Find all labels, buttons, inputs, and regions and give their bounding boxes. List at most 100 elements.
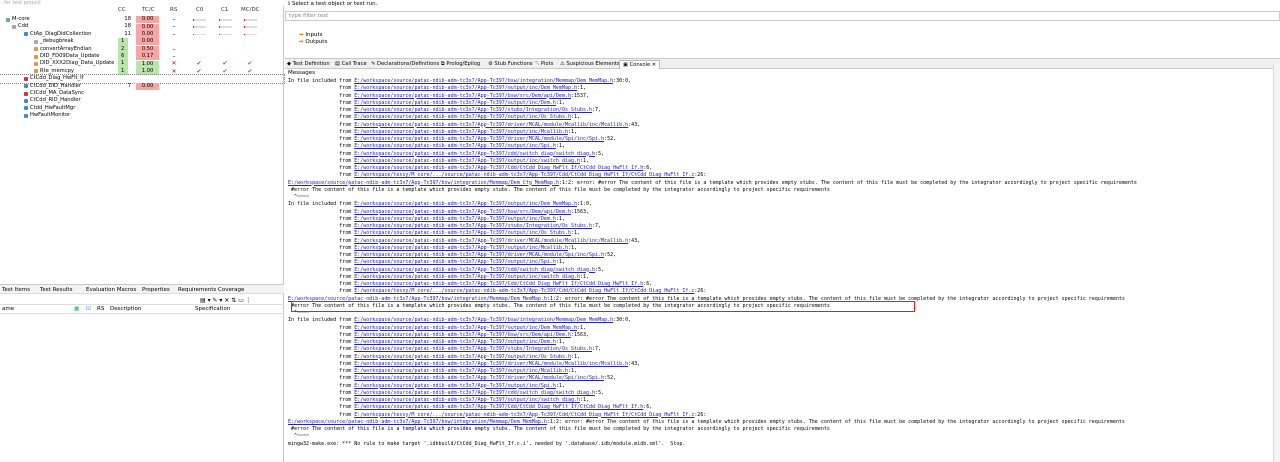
- file-link[interactable]: E:/workspace/source/patac-ndib-adm-tc3x7…: [354, 238, 628, 244]
- tab-plots[interactable]: 〽 Plots: [534, 60, 553, 69]
- file-link[interactable]: E:/workspace/source/patac-ndib-adm-tc3x7…: [354, 274, 580, 280]
- file-link[interactable]: E:/workspace/source/patac-ndib-adm-tc3x7…: [354, 78, 613, 84]
- col-specification[interactable]: Specification: [195, 306, 230, 313]
- file-link[interactable]: E:/workspace/source/patac-ndib-adm-tc3x7…: [354, 397, 580, 403]
- tab-requirements-coverage[interactable]: Requirements Coverage: [178, 286, 244, 294]
- file-link[interactable]: E:/workspace/source/patac-ndib-adm-tc3x7…: [354, 375, 604, 381]
- file-link[interactable]: E:/workspace/source/patac-ndib-adm-tc3x7…: [288, 419, 547, 425]
- file-link[interactable]: E:/workspace/source/patac-ndib-adm-tc3x7…: [354, 383, 556, 389]
- outputs-item[interactable]: Outputs: [305, 39, 327, 45]
- file-link[interactable]: E:/workspace/source/patac-ndib-adm-tc3x7…: [354, 158, 580, 164]
- tab-declarations[interactable]: ✎ Declarations/Definitions: [371, 60, 439, 69]
- console-line: from E:/workspace/source/patac-ndib-adm-…: [288, 107, 1278, 114]
- tree-row[interactable]: CtCdd_DID_Handler 7 0.00: [0, 83, 284, 90]
- col-c0[interactable]: C0: [196, 7, 203, 13]
- check-icon[interactable]: ☑: [86, 306, 91, 313]
- tree-row[interactable]: CtCdd_Diag_HwFlt_If: [0, 74, 285, 84]
- file-link[interactable]: E:/workspace/source/patac-ndib-adm-tc3x7…: [354, 216, 556, 222]
- file-link[interactable]: E:/workspace/source/patac-ndib-adm-tc3x7…: [354, 129, 568, 135]
- highlight-box: [291, 301, 915, 312]
- col-c1[interactable]: C1: [221, 7, 228, 13]
- file-link[interactable]: E:/workspace/source/patac-ndib-adm-tc3x7…: [354, 93, 571, 99]
- console-line: from E:/workspace/source/patac-ndib-adm-…: [288, 230, 1278, 237]
- tab-evaluation-macros[interactable]: Evaluation Macros: [86, 286, 136, 294]
- tab-test-items[interactable]: Test Items: [2, 286, 30, 294]
- file-link[interactable]: E:/workspace/source/patac-ndib-adm-tc3x7…: [354, 361, 628, 367]
- filter-hint[interactable]: fer test project: [0, 0, 284, 6]
- tree-row[interactable]: CtCdd_RID_Handler: [0, 97, 284, 104]
- col-rs2[interactable]: RS: [97, 306, 104, 313]
- tab-test-results[interactable]: Test Results: [40, 286, 72, 294]
- file-link[interactable]: E:/workspace/tessy/M_core/.../source/pat…: [354, 288, 694, 294]
- file-link[interactable]: E:/workspace/tessy/M_core/.../source/pat…: [354, 172, 694, 178]
- file-link[interactable]: E:/workspace/source/patac-ndib-adm-tc3x7…: [354, 122, 628, 128]
- file-link[interactable]: E:/workspace/source/patac-ndib-adm-tc3x7…: [354, 114, 571, 120]
- col-name[interactable]: ame: [2, 306, 14, 313]
- tree-row[interactable]: CtCdd_MA_DataSync: [0, 90, 284, 97]
- tc-value: 0.17: [136, 53, 159, 61]
- tree-row[interactable]: Ctdd_HwFaultMgr: [0, 105, 284, 112]
- console-scrollbar[interactable]: [1273, 64, 1280, 462]
- file-link[interactable]: E:/workspace/source/patac-ndib-adm-tc3x7…: [354, 346, 592, 352]
- file-link[interactable]: E:/workspace/source/patac-ndib-adm-tc3x7…: [354, 209, 571, 215]
- file-link[interactable]: E:/workspace/source/patac-ndib-adm-tc3x7…: [354, 259, 556, 265]
- toolbar-icons[interactable]: ▤ ▾ ✎ ▾ ✕ ⇅ ▭ ⋮: [200, 297, 252, 304]
- file-link[interactable]: E:/workspace/source/patac-ndib-adm-tc3x7…: [354, 85, 577, 91]
- inputs-item[interactable]: Inputs: [305, 32, 322, 38]
- tree-row[interactable]: DID_XXX2Diag_Data_Update 1 1.00 ✕ ✔ ✔ ✔: [0, 60, 284, 68]
- console-prefix: from: [288, 404, 355, 411]
- file-link[interactable]: E:/workspace/source/patac-ndib-adm-tc3x7…: [354, 107, 592, 113]
- console-prefix: from: [288, 389, 355, 396]
- file-link[interactable]: E:/workspace/source/patac-ndib-adm-tc3x7…: [354, 100, 556, 106]
- file-link[interactable]: E:/workspace/source/patac-ndib-adm-tc3x7…: [354, 136, 604, 142]
- tab-prolog-epilog[interactable]: ⧉ Prolog/Epilog: [441, 60, 480, 69]
- file-link[interactable]: E:/workspace/source/patac-ndib-adm-tc3x7…: [354, 165, 643, 171]
- file-link[interactable]: E:/workspace/source/patac-ndib-adm-tc3x7…: [354, 332, 571, 338]
- col-description[interactable]: Description: [110, 306, 141, 313]
- col-mcdc[interactable]: MC/DC: [241, 7, 260, 13]
- file-link[interactable]: E:/workspace/source/patac-ndib-adm-tc3x7…: [354, 223, 592, 229]
- console-suffix: :1,: [567, 128, 577, 135]
- tree-row[interactable]: Cdd 18 0.00 –: [0, 23, 284, 31]
- file-link[interactable]: E:/workspace/source/patac-ndib-adm-tc3x7…: [354, 252, 604, 258]
- tree-row[interactable]: CtAp_DiagDidCollection 11 0.00 –: [0, 31, 284, 38]
- file-link[interactable]: E:/workspace/source/patac-ndib-adm-tc3x7…: [354, 317, 613, 323]
- tab-suspicious-elements[interactable]: ⚠ Suspicious Elements: [560, 60, 620, 69]
- filter-icon[interactable]: ▦: [74, 306, 79, 313]
- tab-console[interactable]: ▣ Console ✕: [619, 60, 661, 69]
- console-output[interactable]: In file included from E:/workspace/sourc…: [288, 78, 1278, 458]
- tab-test-definition[interactable]: ◆ Test Definition: [287, 60, 330, 69]
- file-link[interactable]: E:/workspace/source/patac-ndib-adm-tc3x7…: [354, 281, 643, 287]
- file-link[interactable]: E:/workspace/source/patac-ndib-adm-tc3x7…: [354, 245, 568, 251]
- file-link[interactable]: E:/workspace/source/patac-ndib-adm-tc3x7…: [354, 339, 556, 345]
- file-link[interactable]: E:/workspace/source/patac-ndib-adm-tc3x7…: [354, 368, 568, 374]
- col-rs[interactable]: RS: [170, 7, 177, 13]
- tree-row[interactable]: M-core 18 0.00 –: [0, 16, 284, 24]
- file-link[interactable]: E:/workspace/tessy/M_core/.../source/pat…: [354, 412, 694, 418]
- tree-header: CC TC/C RS C0 C1 MC/DC: [0, 7, 284, 15]
- tree-row[interactable]: _debugbreak 1 0.00: [0, 38, 284, 46]
- console-suffix: :1,: [555, 259, 565, 266]
- file-link[interactable]: E:/workspace/source/patac-ndib-adm-tc3x7…: [354, 151, 595, 157]
- col-tcc[interactable]: TC/C: [142, 7, 155, 13]
- file-link[interactable]: E:/workspace/source/patac-ndib-adm-tc3x7…: [354, 143, 556, 149]
- file-link[interactable]: E:/workspace/source/patac-ndib-adm-tc3x7…: [354, 230, 571, 236]
- tab-properties[interactable]: Properties: [142, 286, 170, 294]
- tab-call-trace[interactable]: ▤ Call Trace: [335, 60, 367, 69]
- file-link[interactable]: E:/workspace/source/patac-ndib-adm-tc3x7…: [354, 354, 571, 360]
- filter-input[interactable]: type filter text: [285, 11, 1280, 21]
- file-link[interactable]: E:/workspace/source/patac-ndib-adm-tc3x7…: [354, 390, 595, 396]
- tree-row[interactable]: Rte_memcpy 1 1.00 ✕ ✔ ✔ ✔: [0, 67, 284, 76]
- file-link[interactable]: E:/workspace/source/patac-ndib-adm-tc3x7…: [354, 404, 643, 410]
- console-suffix: :1:0,: [577, 201, 593, 208]
- tree-row[interactable]: HwFaultMonitor: [0, 112, 284, 119]
- tree-row[interactable]: DID_FD09Data_Update 6 0.17 –: [0, 52, 284, 61]
- console-line: #error The content of this file is a tem…: [288, 426, 1278, 433]
- file-link[interactable]: E:/workspace/source/patac-ndib-adm-tc3x7…: [354, 267, 595, 273]
- col-cc[interactable]: CC: [118, 7, 126, 13]
- file-link[interactable]: E:/workspace/source/patac-ndib-adm-tc3x7…: [288, 180, 559, 186]
- tree-row[interactable]: convertArrayEndian 2 0.50 –: [0, 45, 284, 53]
- file-link[interactable]: E:/workspace/source/patac-ndib-adm-tc3x7…: [354, 325, 577, 331]
- tab-stub-functions[interactable]: ⚙ Stub Functions: [488, 60, 533, 69]
- file-link[interactable]: E:/workspace/source/patac-ndib-adm-tc3x7…: [354, 201, 577, 207]
